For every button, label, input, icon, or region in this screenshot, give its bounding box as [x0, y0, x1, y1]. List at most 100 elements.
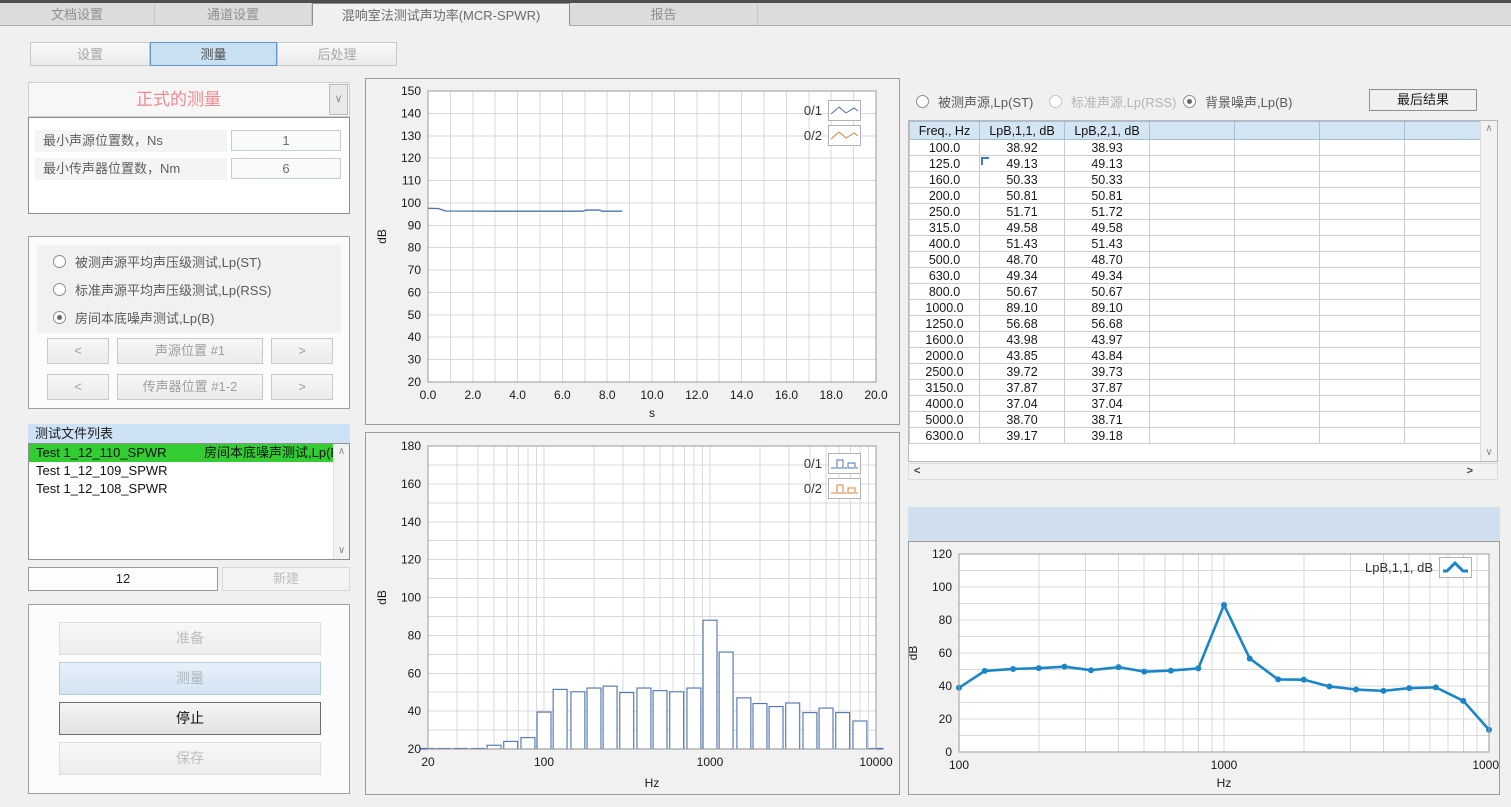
table-cell[interactable] — [1405, 300, 1483, 316]
table-cell[interactable] — [1405, 172, 1483, 188]
legend-line-icon[interactable] — [828, 125, 861, 146]
table-cell[interactable] — [1320, 300, 1405, 316]
table-cell[interactable] — [1320, 188, 1405, 204]
table-cell[interactable]: 50.81 — [980, 188, 1065, 204]
table-cell[interactable] — [1235, 348, 1320, 364]
table-cell[interactable]: 3150.0 — [910, 380, 980, 396]
test-type-radio-2[interactable]: 房间本底噪声测试,Lp(B) — [53, 309, 214, 325]
table-cell[interactable]: 400.0 — [910, 236, 980, 252]
table-cell[interactable] — [1405, 156, 1483, 172]
table-cell[interactable] — [1235, 236, 1320, 252]
source-position-label-button[interactable]: 声源位置 #1 — [117, 338, 263, 364]
tab-mcr-spwr[interactable]: 混响室法测试声功率(MCR-SPWR) — [312, 3, 570, 26]
table-horizontal-scrollbar[interactable]: < > — [908, 463, 1498, 480]
table-cell[interactable] — [1320, 348, 1405, 364]
table-cell[interactable]: 38.92 — [980, 140, 1065, 156]
table-cell[interactable] — [1235, 300, 1320, 316]
table-cell[interactable] — [1235, 268, 1320, 284]
table-cell[interactable] — [1320, 204, 1405, 220]
table-cell[interactable] — [1235, 252, 1320, 268]
table-cell[interactable] — [1320, 220, 1405, 236]
scroll-down-icon[interactable]: ∨ — [1481, 446, 1497, 460]
table-cell[interactable] — [1235, 156, 1320, 172]
table-cell[interactable]: 38.71 — [1065, 412, 1150, 428]
column-header[interactable] — [1235, 122, 1320, 140]
table-cell[interactable] — [1150, 268, 1235, 284]
table-cell[interactable] — [1150, 236, 1235, 252]
scroll-right-icon[interactable]: > — [1467, 464, 1473, 479]
table-cell[interactable]: 38.93 — [1065, 140, 1150, 156]
table-cell[interactable]: 50.67 — [980, 284, 1065, 300]
table-cell[interactable] — [1320, 396, 1405, 412]
source-position-next-button[interactable]: > — [271, 338, 333, 364]
table-cell[interactable]: 43.84 — [1065, 348, 1150, 364]
table-cell[interactable]: 43.97 — [1065, 332, 1150, 348]
table-cell[interactable]: 1600.0 — [910, 332, 980, 348]
table-cell[interactable] — [1320, 428, 1405, 444]
table-cell[interactable] — [1235, 220, 1320, 236]
table-cell[interactable] — [1320, 412, 1405, 428]
table-cell[interactable] — [1150, 220, 1235, 236]
table-cell[interactable]: 49.13 — [980, 156, 1065, 172]
subtab-postprocess[interactable]: 后处理 — [277, 42, 397, 66]
table-cell[interactable]: 37.87 — [1065, 380, 1150, 396]
table-cell[interactable]: 43.98 — [980, 332, 1065, 348]
table-cell[interactable]: 43.85 — [980, 348, 1065, 364]
table-cell[interactable] — [1150, 332, 1235, 348]
tab-channel-settings[interactable]: 通道设置 — [155, 4, 312, 25]
table-cell[interactable]: 4000.0 — [910, 396, 980, 412]
column-header[interactable]: Freq., Hz — [910, 122, 980, 140]
table-cell[interactable]: 48.70 — [980, 252, 1065, 268]
table-cell[interactable] — [1235, 396, 1320, 412]
table-cell[interactable] — [1405, 204, 1483, 220]
table-cell[interactable]: 50.33 — [980, 172, 1065, 188]
table-cell[interactable] — [1320, 332, 1405, 348]
table-cell[interactable] — [1150, 348, 1235, 364]
column-header[interactable] — [1405, 122, 1483, 140]
table-cell[interactable] — [1150, 300, 1235, 316]
source-position-prev-button[interactable]: < — [47, 338, 109, 364]
table-cell[interactable] — [1150, 380, 1235, 396]
table-cell[interactable] — [1405, 284, 1483, 300]
table-cell[interactable] — [1150, 396, 1235, 412]
scroll-up-icon[interactable]: ∧ — [1481, 122, 1497, 136]
ns-input[interactable]: 1 — [231, 130, 341, 151]
table-cell[interactable]: 49.34 — [980, 268, 1065, 284]
table-cell[interactable]: 51.43 — [1065, 236, 1150, 252]
scroll-down-icon[interactable]: ∨ — [334, 544, 349, 558]
mic-position-prev-button[interactable]: < — [47, 374, 109, 400]
table-cell[interactable] — [1235, 284, 1320, 300]
table-cell[interactable] — [1150, 140, 1235, 156]
nm-input[interactable]: 6 — [231, 158, 341, 179]
table-cell[interactable]: 2000.0 — [910, 348, 980, 364]
table-cell[interactable] — [1235, 412, 1320, 428]
mic-position-label-button[interactable]: 传声器位置 #1-2 — [117, 374, 263, 400]
table-cell[interactable] — [1320, 268, 1405, 284]
table-cell[interactable] — [1405, 348, 1483, 364]
table-cell[interactable] — [1405, 140, 1483, 156]
scroll-left-icon[interactable]: < — [914, 464, 920, 479]
table-cell[interactable]: 500.0 — [910, 252, 980, 268]
table-cell[interactable]: 6300.0 — [910, 428, 980, 444]
table-cell[interactable]: 50.81 — [1065, 188, 1150, 204]
table-cell[interactable] — [1320, 140, 1405, 156]
result-source-radio-0[interactable]: 被测声源,Lp(ST) — [916, 93, 1033, 109]
table-cell[interactable] — [1405, 252, 1483, 268]
table-cell[interactable] — [1320, 236, 1405, 252]
column-header[interactable]: LpB,2,1, dB — [1065, 122, 1150, 140]
table-cell[interactable]: 160.0 — [910, 172, 980, 188]
table-cell[interactable] — [1405, 268, 1483, 284]
table-cell[interactable]: 50.33 — [1065, 172, 1150, 188]
chevron-down-icon[interactable]: ∨ — [329, 84, 348, 115]
table-cell[interactable] — [1235, 332, 1320, 348]
table-cell[interactable]: 39.72 — [980, 364, 1065, 380]
list-scrollbar[interactable]: ∧∨ — [333, 444, 349, 559]
table-cell[interactable]: 5000.0 — [910, 412, 980, 428]
table-cell[interactable]: 51.71 — [980, 204, 1065, 220]
table-cell[interactable] — [1320, 172, 1405, 188]
table-cell[interactable]: 2500.0 — [910, 364, 980, 380]
table-cell[interactable] — [1405, 220, 1483, 236]
table-cell[interactable] — [1405, 396, 1483, 412]
result-source-radio-2[interactable]: 背景噪声,Lp(B) — [1183, 93, 1292, 109]
table-cell[interactable] — [1320, 252, 1405, 268]
